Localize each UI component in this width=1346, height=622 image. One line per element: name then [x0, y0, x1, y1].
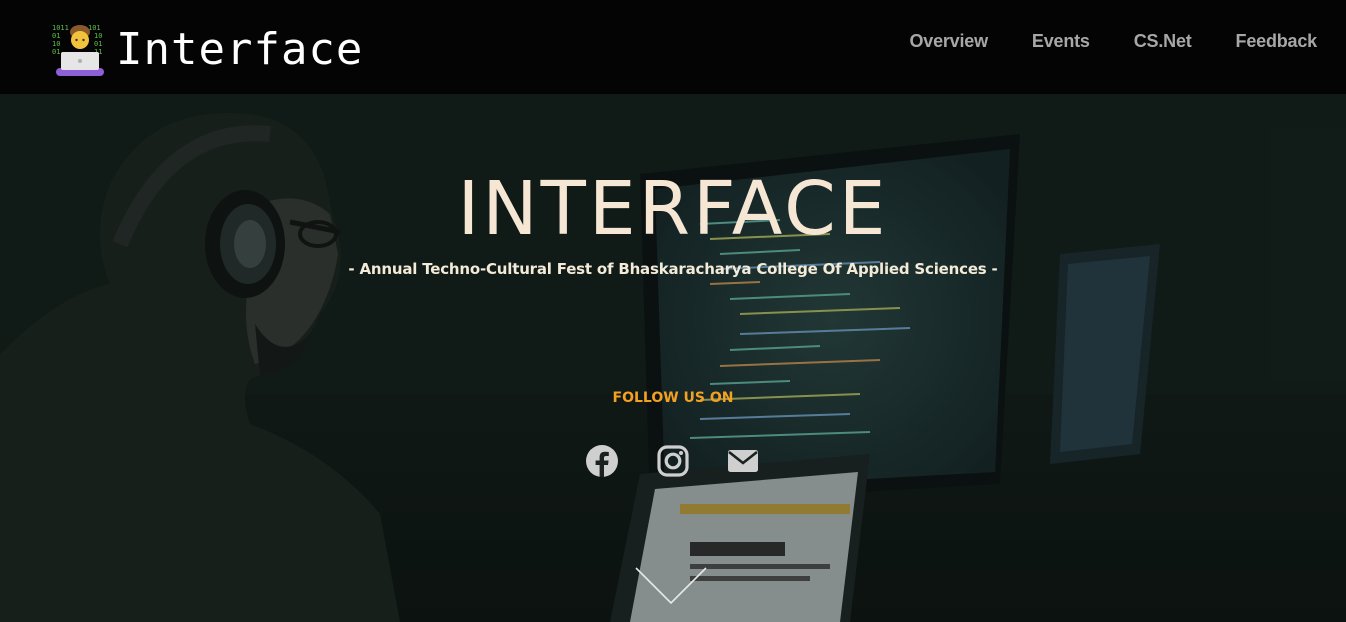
social-links [0, 444, 1346, 480]
instagram-icon [657, 445, 689, 477]
facebook-icon [586, 445, 618, 477]
hero-title: INTERFACE [457, 166, 889, 252]
nav-csnet[interactable]: CS.Net [1134, 31, 1192, 52]
navbar: 1011 101 01 10 10 01 01 11 Interface Overvie… [0, 0, 1346, 94]
brand-logo[interactable]: 1011 101 01 10 10 01 01 11 Interface [52, 22, 363, 78]
mail-icon [728, 450, 758, 472]
hero-section: INTERFACE - Annual Techno-Cultural Fest … [0, 94, 1346, 622]
nav-overview[interactable]: Overview [909, 31, 988, 52]
follow-us-label: FOLLOW US ON [612, 390, 734, 406]
instagram-link[interactable] [656, 444, 690, 478]
nav-feedback[interactable]: Feedback [1236, 31, 1318, 52]
facebook-link[interactable] [585, 444, 619, 478]
svg-text:01: 01 [52, 32, 60, 40]
hero-subtitle: - Annual Techno-Cultural Fest of Bhaskar… [348, 260, 998, 278]
svg-text:10: 10 [52, 40, 60, 48]
nav-events[interactable]: Events [1032, 31, 1090, 52]
svg-text:01: 01 [94, 40, 102, 48]
main-nav: Overview Events CS.Net Feedback [865, 0, 1317, 82]
brand-name: Interface [116, 24, 364, 75]
email-link[interactable] [726, 444, 760, 478]
chevron-down-icon[interactable] [635, 566, 707, 606]
svg-text:101: 101 [88, 24, 101, 32]
svg-text:01: 01 [52, 48, 60, 56]
svg-text:10: 10 [94, 32, 102, 40]
laptop-coder-icon: 1011 101 01 10 10 01 01 11 [52, 24, 104, 76]
svg-text:1011: 1011 [52, 24, 69, 32]
